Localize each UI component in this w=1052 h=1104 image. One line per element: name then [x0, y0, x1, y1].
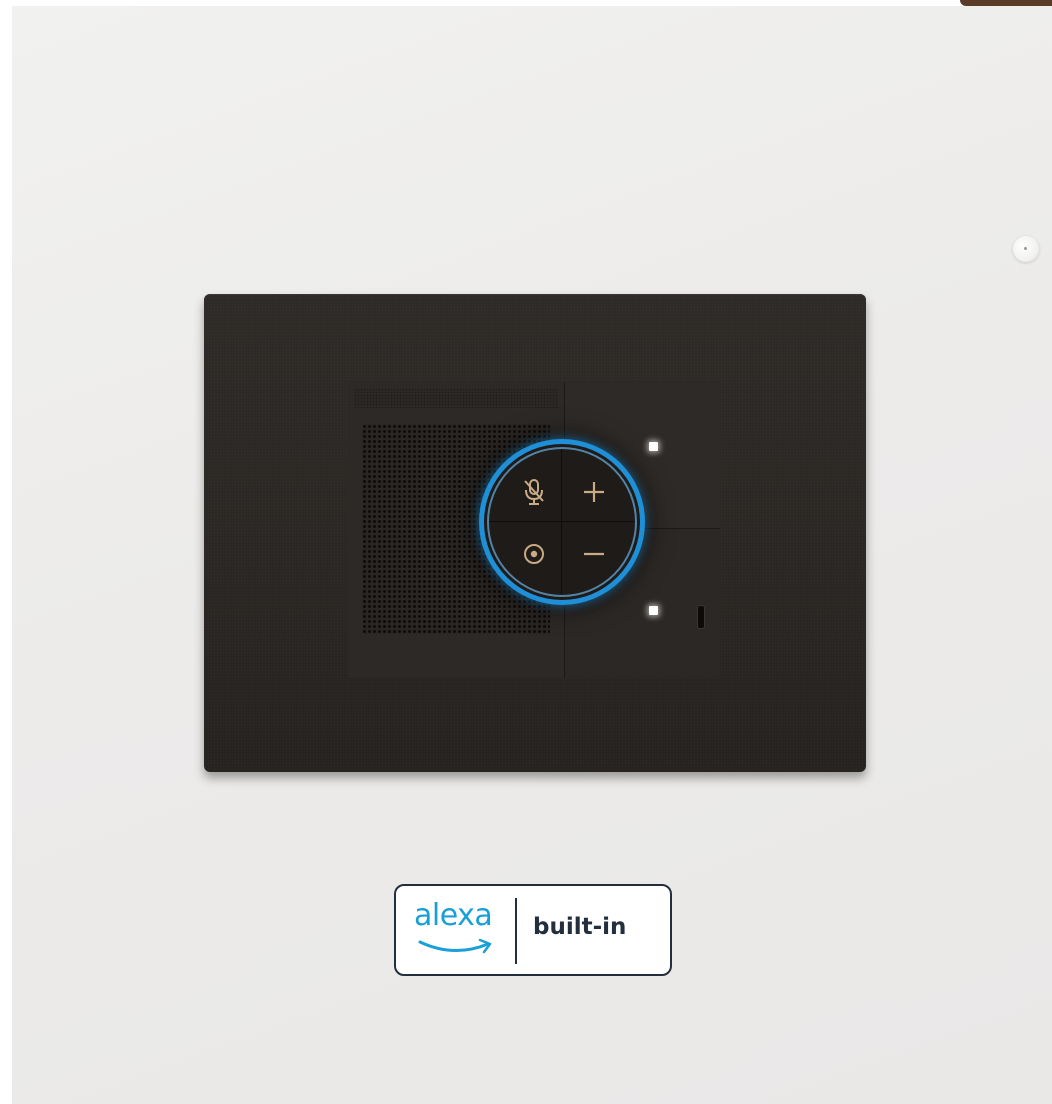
built-in-label: built-in: [533, 914, 627, 940]
wall-screw: [1013, 236, 1039, 262]
alexa-built-in-badge: alexa built-in: [394, 884, 672, 976]
corner-object: [960, 0, 1052, 6]
alexa-logo-text: alexa: [414, 898, 493, 933]
volume-down-button[interactable]: [564, 524, 624, 584]
lower-indicator-led: [649, 606, 658, 615]
action-icon: [524, 544, 544, 564]
status-slot: [698, 606, 704, 628]
button-divider-vertical: [561, 450, 562, 594]
action-button[interactable]: [504, 524, 564, 584]
mic-mute-button[interactable]: [504, 462, 564, 522]
alexa-light-ring: [484, 444, 640, 600]
button-divider-horizontal: [490, 521, 634, 522]
volume-up-button[interactable]: [564, 462, 624, 522]
mic-mute-icon: [524, 479, 544, 505]
plus-icon: [584, 482, 604, 502]
alexa-smile-icon: [418, 938, 492, 954]
microphone-grille: [354, 388, 558, 408]
minus-icon: [584, 552, 604, 556]
upper-indicator-led: [649, 442, 658, 451]
badge-divider: [515, 898, 517, 964]
product-scene: alexa built-in: [0, 0, 1052, 1104]
device-plate: [204, 294, 866, 772]
